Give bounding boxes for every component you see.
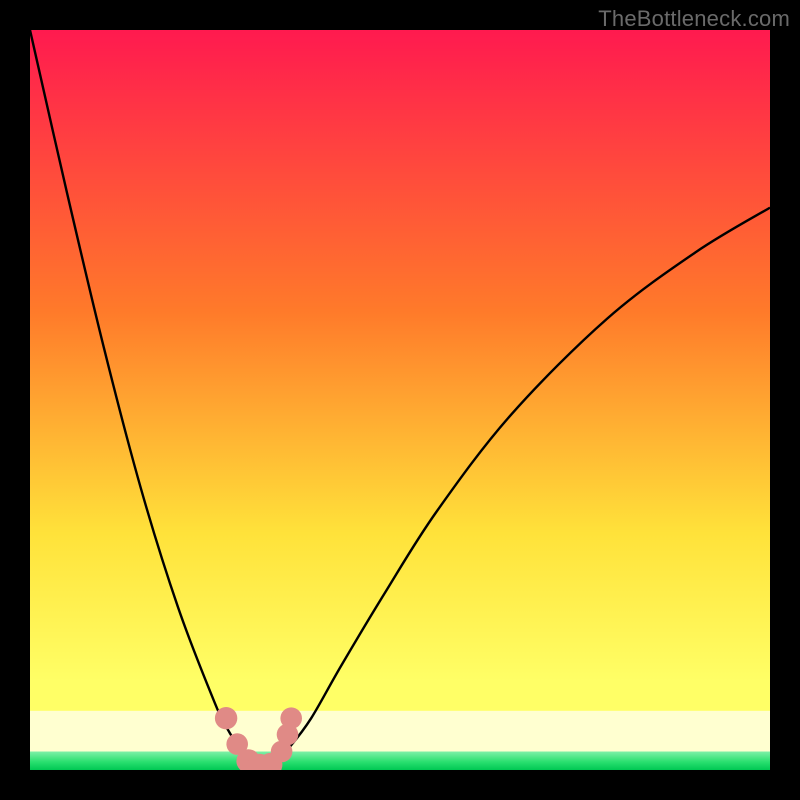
watermark-text: TheBottleneck.com [598,6,790,32]
heat-gradient [30,30,770,770]
chart-svg [30,30,770,770]
plot-area [30,30,770,770]
curve-marker [280,707,302,729]
green-band [30,752,770,771]
chart-frame: TheBottleneck.com [0,0,800,800]
transition-band [30,711,770,752]
curve-marker [215,707,237,729]
